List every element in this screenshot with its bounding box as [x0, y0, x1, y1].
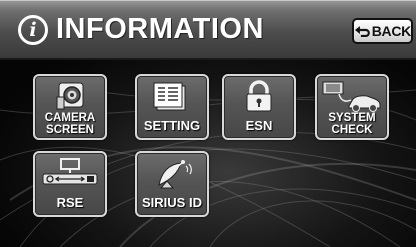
settings-list-icon — [153, 82, 186, 111]
setting-label: SETTING — [143, 118, 201, 133]
system-check-label: SYSTEM CHECK — [328, 112, 376, 136]
rse-button[interactable]: RSE — [33, 151, 107, 217]
camera-screen-button[interactable]: CAMERA SCREEN — [33, 74, 107, 140]
system-check-button[interactable]: SYSTEM CHECK — [315, 74, 389, 140]
sirius-id-label: SIRIUS ID — [142, 195, 202, 210]
camera-screen-label: CAMERA SCREEN — [44, 112, 96, 136]
car-diagnostic-icon — [322, 81, 381, 112]
sirius-id-button[interactable]: SIRIUS ID — [135, 151, 209, 217]
padlock-icon — [246, 80, 272, 112]
information-screen: i INFORMATION BACK CAMERA SCREEN SETTING… — [0, 0, 416, 247]
title-bar: i INFORMATION BACK — [0, 0, 416, 60]
page-title: INFORMATION — [56, 13, 264, 45]
setting-button[interactable]: SETTING — [135, 74, 209, 140]
back-button-label: BACK — [371, 23, 412, 39]
esn-label: ESN — [245, 118, 273, 133]
return-arrow-icon — [354, 26, 370, 38]
camera-icon — [56, 82, 84, 110]
back-button[interactable]: BACK — [352, 18, 413, 44]
esn-button[interactable]: ESN — [222, 74, 296, 140]
rear-seat-entertainment-icon — [42, 158, 98, 185]
satellite-dish-icon — [158, 160, 192, 189]
information-icon: i — [18, 15, 48, 45]
rse-label: RSE — [56, 195, 84, 210]
